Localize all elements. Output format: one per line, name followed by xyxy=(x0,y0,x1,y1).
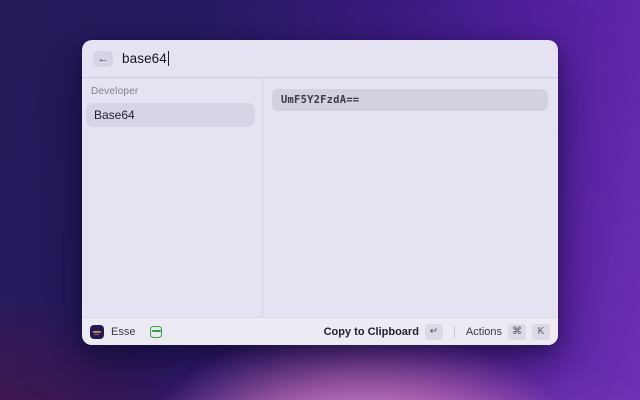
copy-to-clipboard-label: Copy to Clipboard xyxy=(323,325,419,338)
command-key-icon: ⌘ xyxy=(508,323,526,340)
encoded-result-text: UmF5Y2FzdA== xyxy=(281,94,360,106)
action-bar: Esse Copy to Clipboard ↵ Actions ⌘ K xyxy=(82,317,558,345)
return-key-icon: ↵ xyxy=(424,323,443,340)
results-sidebar: Developer Base64 xyxy=(82,78,263,317)
back-button[interactable]: ← xyxy=(93,50,113,67)
text-field-icon xyxy=(150,325,163,338)
back-arrow-icon: ← xyxy=(97,52,109,65)
actions-menu-button[interactable]: Actions ⌘ K xyxy=(465,323,550,340)
app-name: Esse xyxy=(111,325,136,338)
actions-label: Actions xyxy=(465,325,502,338)
desktop-background: ← base64 Developer Base64 UmF5Y2FzdA== E… xyxy=(0,0,640,400)
launcher-window: ← base64 Developer Base64 UmF5Y2FzdA== E… xyxy=(82,40,558,345)
window-body: Developer Base64 UmF5Y2FzdA== xyxy=(82,78,558,317)
esse-app-icon xyxy=(90,324,104,339)
copy-to-clipboard-button[interactable]: Copy to Clipboard ↵ xyxy=(323,323,443,340)
section-header: Developer xyxy=(91,86,139,97)
k-key-icon: K xyxy=(532,323,550,340)
footer-divider xyxy=(453,325,455,338)
detail-panel: UmF5Y2FzdA== xyxy=(263,78,558,317)
search-input-value: base64 xyxy=(122,51,167,66)
text-cursor xyxy=(167,51,170,66)
search-input[interactable]: base64 xyxy=(122,51,170,66)
list-item-label: Base64 xyxy=(94,108,135,122)
encoded-result-box: UmF5Y2FzdA== xyxy=(272,89,548,111)
search-bar: ← base64 xyxy=(82,40,558,78)
list-item-base64[interactable]: Base64 xyxy=(86,103,255,127)
